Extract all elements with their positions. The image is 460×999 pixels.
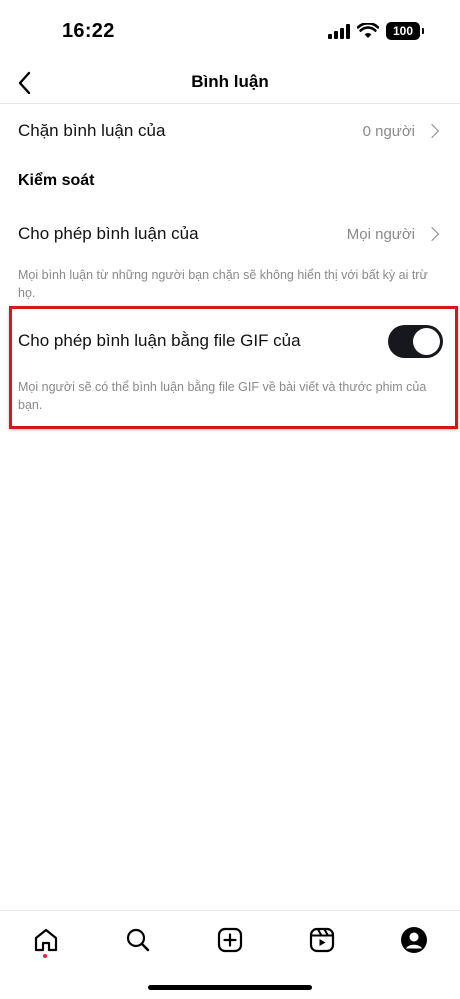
battery-level: 100 xyxy=(392,24,414,38)
block-comments-row[interactable]: Chặn bình luận của 0 người xyxy=(0,112,460,150)
gif-comments-note: Mọi người sẽ có thể bình luận bằng file … xyxy=(18,380,427,412)
tab-create[interactable] xyxy=(213,923,247,957)
status-time: 16:22 xyxy=(62,20,115,42)
home-indicator xyxy=(148,985,312,990)
allow-comments-note: Mọi bình luận từ những người bạn chặn sẽ… xyxy=(18,268,428,300)
tab-profile[interactable] xyxy=(397,923,431,957)
gif-comments-toggle[interactable] xyxy=(388,325,443,358)
search-icon xyxy=(126,928,150,952)
tab-reels[interactable] xyxy=(305,923,339,957)
wifi-icon xyxy=(357,23,379,38)
allow-comments-value: Mọi người xyxy=(346,225,415,243)
tab-search[interactable] xyxy=(121,923,155,957)
status-icons: 100 xyxy=(328,22,424,40)
reels-icon xyxy=(309,927,335,953)
create-icon xyxy=(217,927,243,953)
gif-comments-label: Cho phép bình luận bằng file GIF của xyxy=(18,331,301,350)
profile-icon xyxy=(401,927,427,953)
block-comments-value: 0 người xyxy=(362,122,415,140)
status-bar: 16:22 100 xyxy=(0,0,460,62)
block-comments-right: 0 người xyxy=(363,123,440,140)
allow-comments-row[interactable]: Cho phép bình luận của Mọi người xyxy=(0,215,460,253)
page-title: Bình luận xyxy=(191,72,269,91)
allow-comments-label: Cho phép bình luận của xyxy=(18,224,199,243)
home-icon xyxy=(34,928,58,952)
toggle-knob xyxy=(413,328,440,355)
section-heading-controls: Kiểm soát xyxy=(18,172,95,189)
chevron-right-icon xyxy=(424,226,440,242)
chevron-right-icon xyxy=(424,123,440,139)
navigation-bar: Bình luận xyxy=(0,62,460,104)
battery-icon: 100 xyxy=(386,22,424,40)
allow-comments-right: Mọi người xyxy=(347,226,440,243)
notification-dot xyxy=(43,954,47,958)
cellular-signal-icon xyxy=(328,23,350,39)
block-comments-label: Chặn bình luận của xyxy=(18,121,166,140)
tab-home[interactable] xyxy=(29,923,63,957)
